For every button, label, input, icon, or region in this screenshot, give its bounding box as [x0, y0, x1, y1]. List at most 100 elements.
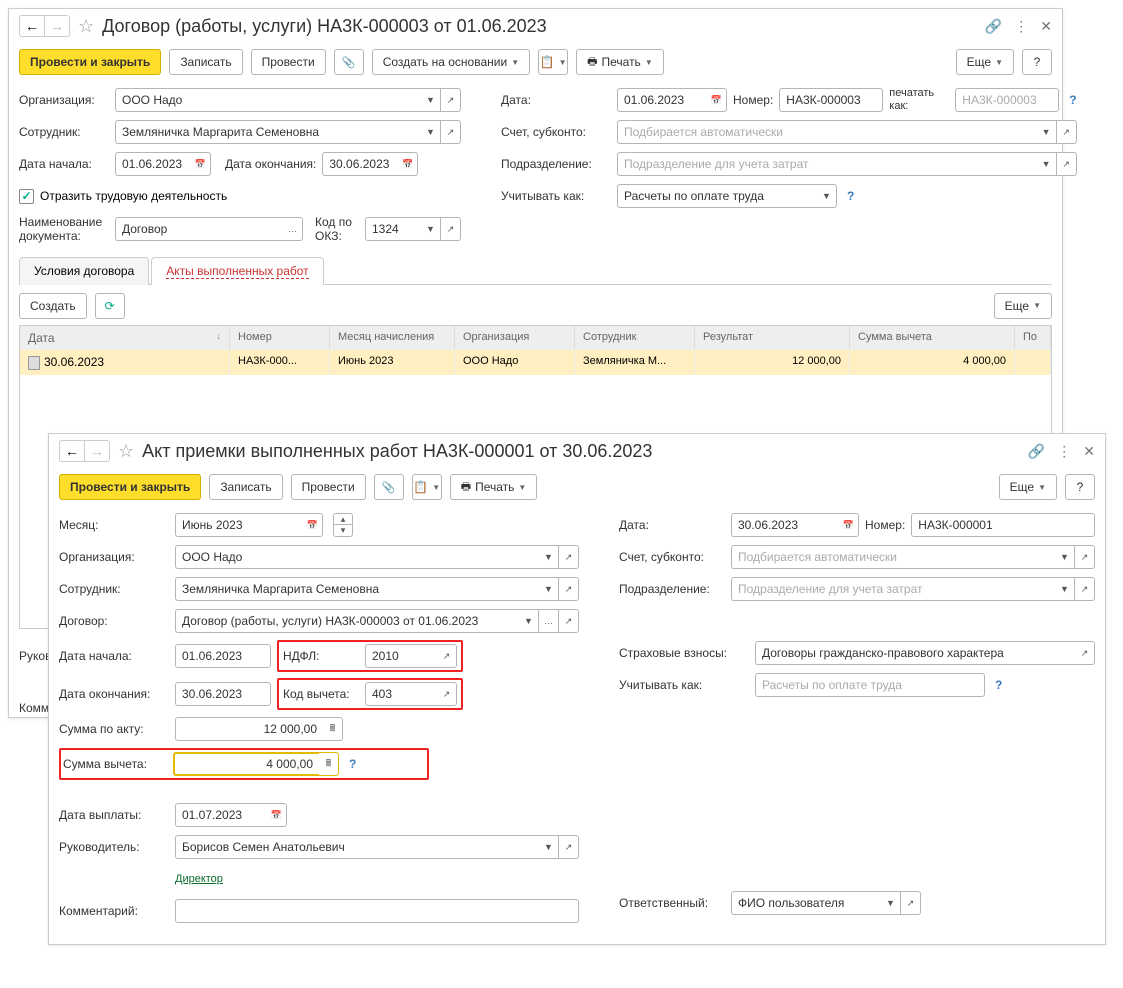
th-po[interactable]: По [1015, 326, 1051, 350]
th-result[interactable]: Результат [695, 326, 850, 350]
table-row[interactable]: 30.06.2023 НА3К-000... Июнь 2023 ООО Над… [20, 350, 1051, 375]
okz-input[interactable] [365, 217, 421, 241]
calendar-icon[interactable]: 📅 [191, 152, 211, 176]
create-based-button[interactable]: Создать на основании [372, 49, 530, 75]
open-icon[interactable]: ↗ [559, 835, 579, 859]
activity-checkbox[interactable]: ✓ [19, 189, 34, 204]
print-as-input[interactable] [955, 88, 1059, 112]
date-end-input[interactable] [175, 682, 271, 706]
help-icon[interactable]: ? [349, 757, 356, 771]
open-icon[interactable]: ↗ [559, 577, 579, 601]
ellipsis-icon[interactable]: … [539, 609, 559, 633]
th-org[interactable]: Организация [455, 326, 575, 350]
attach-button[interactable] [374, 474, 404, 500]
forward-button[interactable]: → [44, 15, 70, 37]
copy-button[interactable]: 📋 [538, 49, 568, 75]
link-icon[interactable]: 🔗 [1028, 443, 1045, 460]
docname-input[interactable] [115, 217, 283, 241]
dropdown-icon[interactable]: ▼ [1037, 152, 1057, 176]
date-start-input[interactable] [175, 644, 271, 668]
dropdown-icon[interactable]: ▼ [1055, 577, 1075, 601]
contract-input[interactable] [175, 609, 519, 633]
more-icon[interactable]: ⋮ [1057, 443, 1071, 460]
open-icon[interactable]: ↗ [901, 891, 921, 915]
help-icon[interactable]: ? [1069, 93, 1076, 107]
open-icon[interactable]: ↗ [441, 88, 461, 112]
org-input[interactable] [175, 545, 539, 569]
favorite-icon[interactable]: ☆ [118, 441, 134, 462]
print-button[interactable]: Печать [576, 49, 664, 75]
open-icon[interactable]: ↗ [1075, 641, 1095, 665]
insurance-input[interactable] [755, 641, 1075, 665]
calendar-icon[interactable]: 📅 [398, 152, 418, 176]
back-button[interactable]: ← [59, 440, 85, 462]
dropdown-icon[interactable]: ▼ [881, 891, 901, 915]
dropdown-icon[interactable]: ▼ [539, 577, 559, 601]
dropdown-icon[interactable]: ▼ [1055, 545, 1075, 569]
help-icon[interactable]: ? [847, 189, 854, 203]
tab-conditions[interactable]: Условия договора [19, 257, 149, 285]
help-icon[interactable]: ? [995, 678, 1002, 692]
date-end-input[interactable] [322, 152, 398, 176]
th-emp[interactable]: Сотрудник [575, 326, 695, 350]
account-input[interactable] [731, 545, 1055, 569]
help-button[interactable]: ? [1065, 474, 1095, 500]
comment-input[interactable] [175, 899, 579, 923]
director-link[interactable]: Директор [175, 873, 223, 885]
open-icon[interactable]: ↗ [1057, 152, 1077, 176]
open-icon[interactable]: ↗ [437, 682, 457, 706]
post-button[interactable]: Провести [291, 474, 366, 500]
forward-button[interactable]: → [84, 440, 110, 462]
dropdown-icon[interactable]: ▼ [421, 217, 441, 241]
th-number[interactable]: Номер [230, 326, 330, 350]
dept-input[interactable] [617, 152, 1037, 176]
number-input[interactable] [779, 88, 883, 112]
date-start-input[interactable] [115, 152, 191, 176]
open-icon[interactable]: ↗ [441, 217, 461, 241]
calendar-icon[interactable]: 📅 [839, 513, 859, 537]
org-input[interactable] [115, 88, 421, 112]
more-button[interactable]: Еще [999, 474, 1057, 500]
dropdown-icon[interactable]: ▼ [539, 545, 559, 569]
account-input[interactable] [617, 120, 1037, 144]
count-as-input[interactable] [755, 673, 985, 697]
date-input[interactable] [731, 513, 839, 537]
deduct-sum-input[interactable] [173, 752, 319, 776]
close-icon[interactable]: ✕ [1083, 443, 1095, 460]
open-icon[interactable]: ↗ [1057, 120, 1077, 144]
spinner-down-icon[interactable]: ▾ [333, 525, 353, 537]
close-icon[interactable]: ✕ [1040, 18, 1052, 35]
calendar-icon[interactable]: 📅 [303, 513, 323, 537]
tab-acts[interactable]: Акты выполненных работ [151, 257, 323, 285]
pay-date-input[interactable] [175, 803, 267, 827]
calendar-icon[interactable]: 📅 [267, 803, 287, 827]
copy-button[interactable]: 📋 [412, 474, 442, 500]
save-button[interactable]: Записать [169, 49, 242, 75]
ellipsis-icon[interactable]: … [283, 217, 303, 241]
supervisor-input[interactable] [175, 835, 539, 859]
calculator-icon[interactable]: 🖩 [323, 717, 343, 741]
dropdown-icon[interactable]: ▼ [539, 835, 559, 859]
post-and-close-button[interactable]: Провести и закрыть [59, 474, 201, 500]
dropdown-icon[interactable]: ▼ [421, 88, 441, 112]
emp-input[interactable] [175, 577, 539, 601]
number-input[interactable] [911, 513, 1095, 537]
emp-input[interactable] [115, 120, 421, 144]
deduct-code-input[interactable] [365, 682, 437, 706]
link-icon[interactable]: 🔗 [985, 18, 1002, 35]
print-button[interactable]: Печать [450, 474, 538, 500]
open-icon[interactable]: ↗ [559, 545, 579, 569]
attach-button[interactable] [334, 49, 364, 75]
open-icon[interactable]: ↗ [441, 120, 461, 144]
calendar-icon[interactable]: 📅 [707, 88, 727, 112]
open-icon[interactable]: ↗ [559, 609, 579, 633]
th-date[interactable]: Дата [28, 331, 55, 345]
responsible-input[interactable] [731, 891, 881, 915]
date-input[interactable] [617, 88, 707, 112]
post-button[interactable]: Провести [251, 49, 326, 75]
dropdown-icon[interactable]: ▼ [421, 120, 441, 144]
dropdown-icon[interactable]: ▼ [519, 609, 539, 633]
open-icon[interactable]: ↗ [1075, 545, 1095, 569]
th-month[interactable]: Месяц начисления [330, 326, 455, 350]
more-button-2[interactable]: Еще [994, 293, 1052, 319]
